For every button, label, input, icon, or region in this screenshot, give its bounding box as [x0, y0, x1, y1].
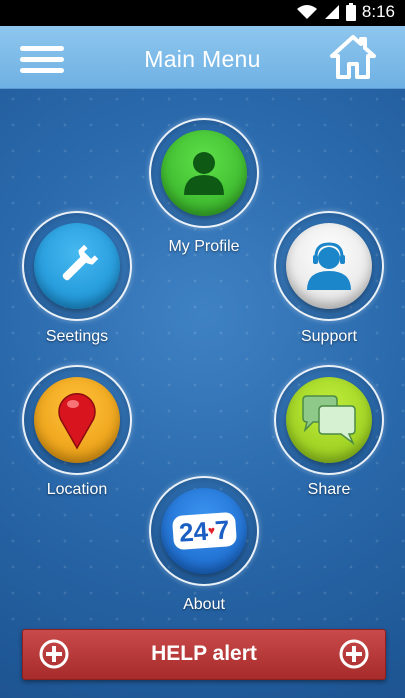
battery-icon — [345, 3, 356, 21]
map-pin-icon — [58, 393, 96, 450]
profile-label: My Profile — [168, 238, 240, 255]
help-alert-button[interactable]: HELP alert — [22, 629, 386, 680]
about-label: About — [183, 596, 225, 613]
support-button[interactable] — [286, 223, 372, 309]
chat-bubbles-icon — [302, 395, 356, 446]
about-badge-24: 24 — [177, 515, 209, 548]
share-button[interactable] — [286, 377, 372, 463]
menu-item-location[interactable] — [22, 365, 132, 475]
status-time: 8:16 — [361, 2, 395, 21]
menu-item-share[interactable] — [274, 365, 384, 475]
headset-agent-icon — [307, 242, 351, 290]
settings-label: Seetings — [45, 328, 109, 345]
menu-item-support[interactable] — [274, 211, 384, 321]
plus-circle-icon — [339, 639, 369, 669]
menu-item-about[interactable]: 24♥7 — [149, 476, 259, 586]
share-label: Share — [307, 481, 351, 498]
menu-item-profile[interactable] — [149, 118, 259, 228]
24-7-icon: 24♥7 — [171, 511, 237, 551]
app-header: Main Menu — [0, 26, 405, 89]
wifi-icon — [296, 5, 317, 19]
menu-item-settings[interactable] — [22, 211, 132, 321]
wrench-icon — [62, 244, 99, 281]
location-label: Location — [46, 481, 108, 498]
support-label: Support — [300, 328, 358, 345]
about-badge-7: 7 — [213, 514, 231, 546]
location-button[interactable] — [34, 377, 120, 463]
person-icon — [184, 152, 224, 195]
status-bar: 8:16 — [0, 0, 405, 26]
signal-icon — [324, 5, 339, 19]
profile-button[interactable] — [161, 130, 247, 216]
help-alert-label: HELP alert — [151, 642, 257, 665]
home-icon[interactable] — [329, 34, 377, 80]
settings-button[interactable] — [34, 223, 120, 309]
about-button[interactable]: 24♥7 — [161, 488, 247, 574]
